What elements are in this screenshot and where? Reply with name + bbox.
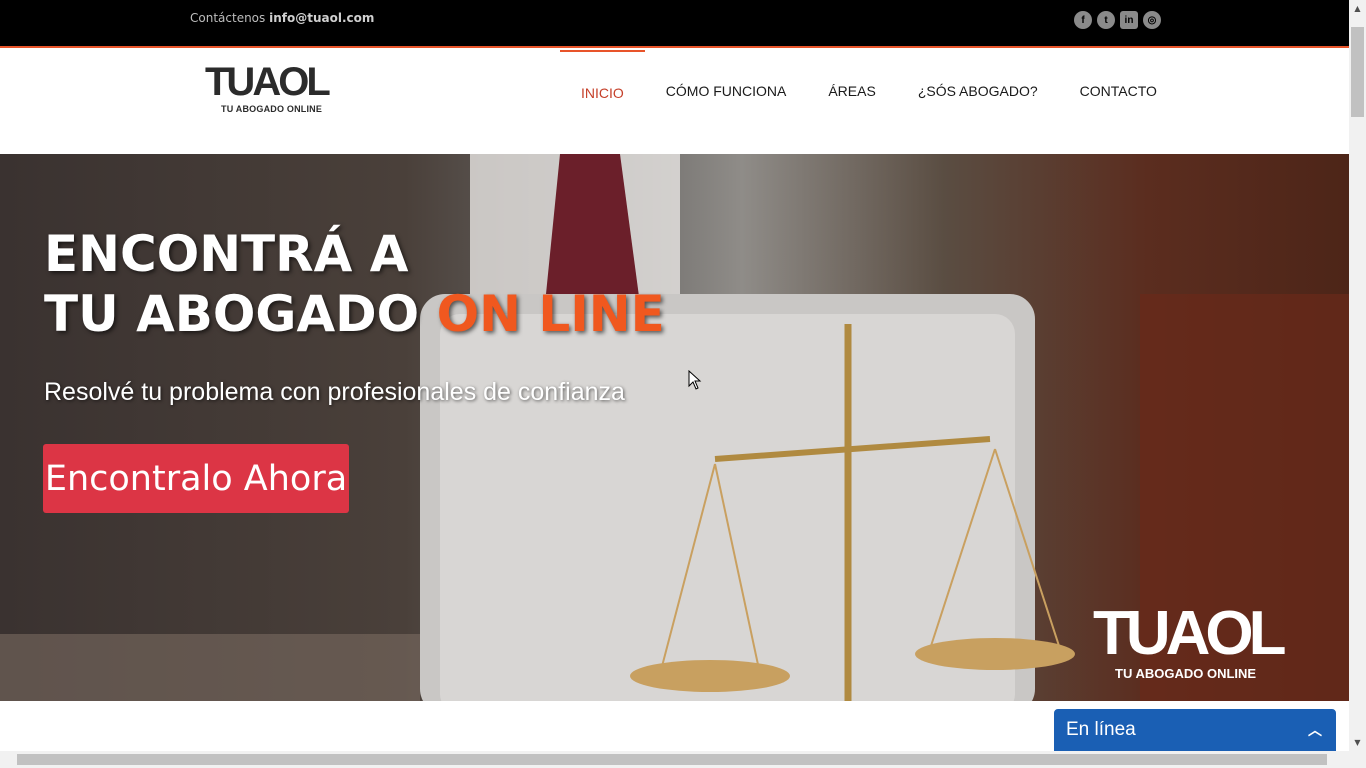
logo-subtitle: TU ABOGADO ONLINE — [221, 104, 323, 114]
top-bar: Contáctenos info@tuaol.com f t in ◎ — [0, 0, 1349, 48]
hero-title-line1: ENCONTRÁ A — [44, 225, 409, 283]
horizontal-scroll-thumb[interactable] — [17, 754, 1327, 765]
logo-text: TUAOL — [205, 60, 331, 104]
hero-title-line2-text: TU ABOGADO — [44, 285, 437, 343]
chat-widget[interactable]: En línea ︿ — [1054, 709, 1336, 751]
watermark-text: TUAOL — [1093, 599, 1287, 668]
site-logo[interactable]: TUAOL TU ABOGADO ONLINE — [205, 60, 345, 118]
main-nav: INICIO CÓMO FUNCIONA ÁREAS ¿SÓS ABOGADO?… — [560, 50, 1178, 130]
nav-como-funciona[interactable]: CÓMO FUNCIONA — [645, 50, 808, 130]
find-now-button[interactable]: Encontralo Ahora — [43, 444, 349, 513]
watermark-logo: TUAOL TU ABOGADO ONLINE — [1093, 599, 1287, 682]
nav-areas[interactable]: ÁREAS — [807, 50, 896, 130]
contact-email-link[interactable]: info@tuaol.com — [269, 11, 374, 25]
horizontal-scrollbar[interactable] — [0, 751, 1349, 768]
scroll-up-arrow-icon[interactable]: ▲ — [1349, 0, 1366, 17]
nav-inicio[interactable]: INICIO — [560, 50, 645, 130]
twitter-icon[interactable]: t — [1097, 11, 1115, 29]
chat-label: En línea — [1066, 719, 1136, 740]
vertical-scrollbar[interactable]: ▲ ▼ — [1349, 0, 1366, 768]
site-header: TUAOL TU ABOGADO ONLINE INICIO CÓMO FUNC… — [0, 50, 1349, 154]
social-links: f t in ◎ — [1074, 11, 1161, 29]
watermark-subtitle: TU ABOGADO ONLINE — [1115, 666, 1257, 681]
hero-title-accent: ON LINE — [436, 285, 665, 343]
linkedin-icon[interactable]: in — [1120, 11, 1138, 29]
instagram-icon[interactable]: ◎ — [1143, 11, 1161, 29]
mouse-cursor-icon — [688, 370, 702, 390]
scroll-down-arrow-icon[interactable]: ▼ — [1349, 734, 1366, 751]
hero-subtitle: Resolvé tu problema con profesionales de… — [44, 378, 625, 406]
facebook-icon[interactable]: f — [1074, 11, 1092, 29]
nav-sos-abogado[interactable]: ¿SÓS ABOGADO? — [897, 50, 1059, 130]
hero-title: ENCONTRÁ A TU ABOGADO ON LINE — [44, 224, 665, 344]
vertical-scroll-thumb[interactable] — [1351, 27, 1364, 117]
hero-title-line2: TU ABOGADO ON LINE — [44, 284, 665, 344]
nav-contacto[interactable]: CONTACTO — [1059, 50, 1178, 130]
hero-banner: ENCONTRÁ A TU ABOGADO ON LINE Resolvé tu… — [0, 154, 1349, 701]
contact-info: Contáctenos info@tuaol.com — [190, 11, 374, 25]
contact-label: Contáctenos — [190, 11, 266, 25]
chevron-up-icon[interactable]: ︿ — [1308, 720, 1322, 740]
